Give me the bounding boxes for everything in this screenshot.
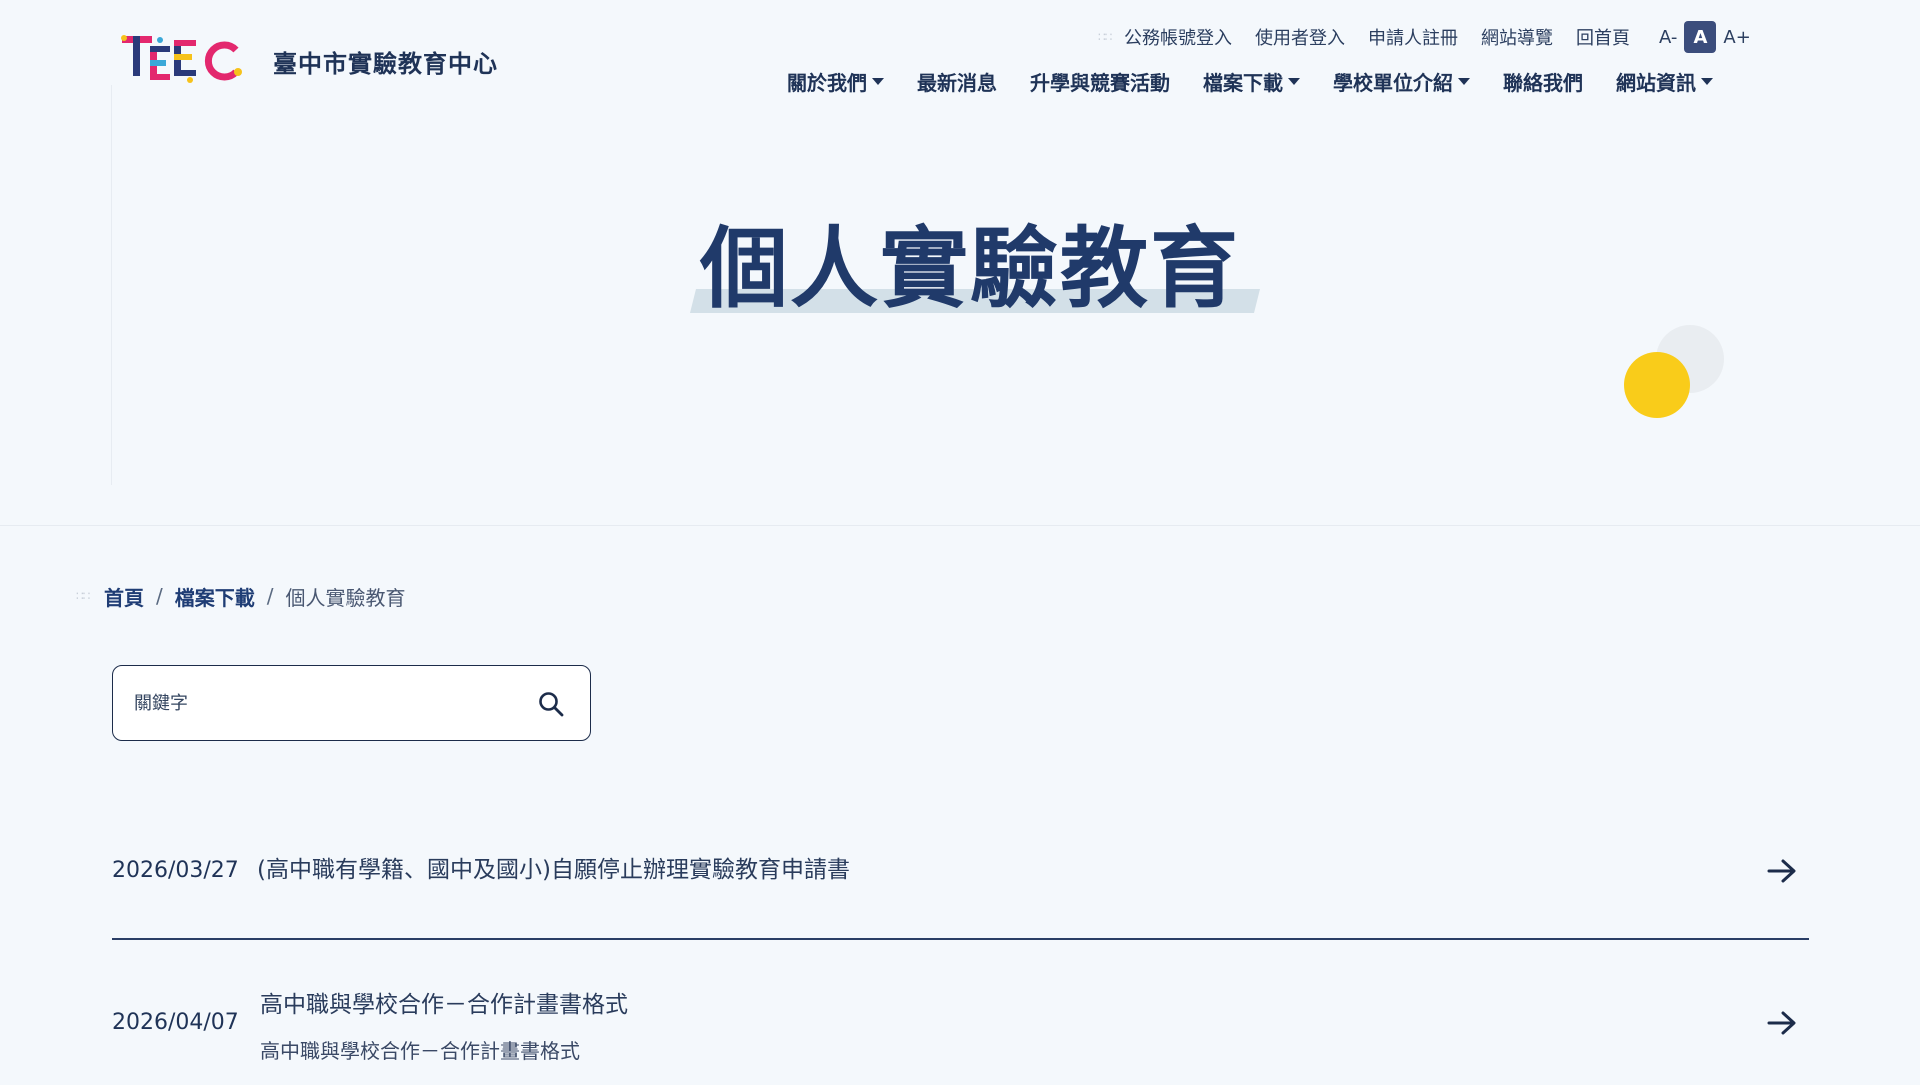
breadcrumb-separator: / [156,584,163,608]
utility-nav: ∷∷ 公務帳號登入 使用者登入 申請人註冊 網站導覽 回首頁 A- A A+ [1098,21,1754,53]
font-size-normal-button[interactable]: A [1684,21,1717,53]
user-login-link[interactable]: 使用者登入 [1255,24,1345,50]
nav-item-news[interactable]: 最新消息 [917,67,997,96]
nav-item-contact[interactable]: 聯絡我們 [1503,67,1583,96]
arrow-right-icon[interactable] [1767,1010,1797,1036]
nav-item-activities[interactable]: 升學與競賽活動 [1030,67,1170,96]
search-box [112,665,591,741]
grip-dots-icon: ∷∷ [76,589,90,603]
breadcrumb-current: 個人實驗教育 [285,585,406,610]
nav-item-schools[interactable]: 學校單位介紹 [1333,67,1470,96]
gov-account-login-link[interactable]: 公務帳號登入 [1124,24,1232,50]
font-size-switcher: A- A A+ [1656,21,1754,53]
file-description: 高中職與學校合作－合作計畫書格式 [260,1039,580,1063]
sitemap-link[interactable]: 網站導覽 [1481,24,1553,50]
caret-down-icon [872,77,884,85]
search-button[interactable] [536,689,566,719]
nav-item-label: 聯絡我們 [1503,70,1583,95]
teec-logo-icon [121,35,242,83]
home-link[interactable]: 回首頁 [1576,24,1630,50]
file-title[interactable]: 高中職與學校合作－合作計畫書格式 [260,985,628,1019]
nav-item-downloads[interactable]: 檔案下載 [1203,67,1300,96]
page: 臺中市實驗教育中心 ∷∷ 公務帳號登入 使用者登入 申請人註冊 網站導覽 回首頁… [0,0,1920,1085]
nav-item-about[interactable]: 關於我們 [787,67,884,96]
nav-item-label: 學校單位介紹 [1333,70,1453,95]
applicant-register-link[interactable]: 申請人註冊 [1368,24,1458,50]
search-input[interactable] [134,683,514,723]
nav-item-label: 檔案下載 [1203,70,1283,95]
font-size-small-button[interactable]: A- [1656,27,1680,48]
font-size-large-button[interactable]: A+ [1720,27,1753,48]
breadcrumb-downloads-link[interactable]: 檔案下載 [175,582,255,611]
caret-down-icon [1288,77,1300,85]
site-logo[interactable] [120,30,246,88]
file-date: 2026/04/07 [112,1010,239,1035]
decorative-yellow-circle [1624,352,1690,418]
site-name[interactable]: 臺中市實驗教育中心 [273,44,498,79]
nav-item-label: 最新消息 [917,70,997,95]
nav-item-site-info[interactable]: 網站資訊 [1616,67,1713,96]
nav-item-label: 升學與競賽活動 [1030,70,1170,95]
breadcrumb: ∷∷ 首頁 / 檔案下載 / 個人實驗教育 [76,582,406,610]
search-icon [539,692,564,717]
breadcrumb-separator: / [266,584,274,608]
list-item[interactable]: 2026/04/07 高中職與學校合作－合作計畫書格式 高中職與學校合作－合作計… [112,820,1809,1063]
hero-divider [0,525,1920,526]
left-guide-line [111,85,112,485]
page-title: 個人實驗教育 [700,216,1241,320]
breadcrumb-home-link[interactable]: 首頁 [104,582,144,611]
grip-dots-icon: ∷∷ [1098,30,1112,44]
nav-item-label: 關於我們 [787,70,867,95]
nav-item-label: 網站資訊 [1616,70,1696,95]
main-nav: 關於我們 最新消息 升學與競賽活動 檔案下載 學校單位介紹 聯絡我們 網站資訊 [787,66,1713,96]
caret-down-icon [1701,77,1713,85]
caret-down-icon [1458,77,1470,85]
